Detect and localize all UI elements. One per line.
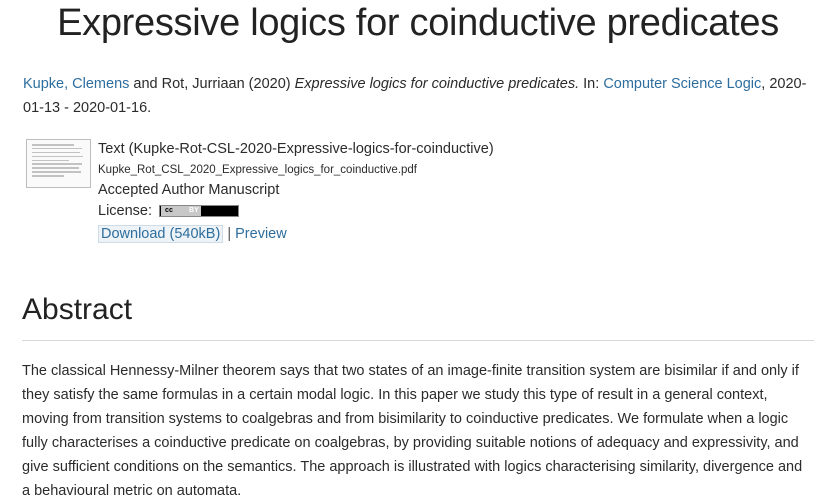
document-thumbnail[interactable] [26,139,91,188]
license-row: License: cc BY [98,201,494,222]
file-info: Text (Kupke-Rot-CSL-2020-Expressive-logi… [98,139,494,245]
by-label: BY [189,207,199,214]
page-title: Expressive logics for coinductive predic… [57,2,779,44]
abstract-heading: Abstract [22,293,133,326]
file-type: Text (Kupke-Rot-CSL-2020-Expressive-logi… [98,141,494,157]
cc-by-license-badge[interactable]: cc BY [159,205,240,217]
download-link[interactable]: Download (540kB) [98,225,224,243]
abstract-text: The classical Hennessy-Milner theorem sa… [22,363,803,499]
file-actions: Download (540kB) | Preview [98,224,494,245]
venue-link[interactable]: Computer Science Logic [603,76,761,92]
separator: | [223,226,236,242]
license-label: License: [98,203,157,219]
citation-in: In: [579,76,604,92]
divider [22,340,814,341]
preview-link[interactable]: Preview [235,226,287,242]
file-version: Accepted Author Manuscript [98,182,280,198]
file-name: Kupke_Rot_CSL_2020_Expressive_logics_for… [98,164,418,176]
author-link[interactable]: Kupke, Clemens [23,76,129,92]
citation-paper-title: Expressive logics for coinductive predic… [294,76,580,92]
citation: Kupke, Clemens and Rot, Jurriaan (2020) … [23,72,813,120]
citation-authors-year: and Rot, Jurriaan (2020) [129,76,295,92]
